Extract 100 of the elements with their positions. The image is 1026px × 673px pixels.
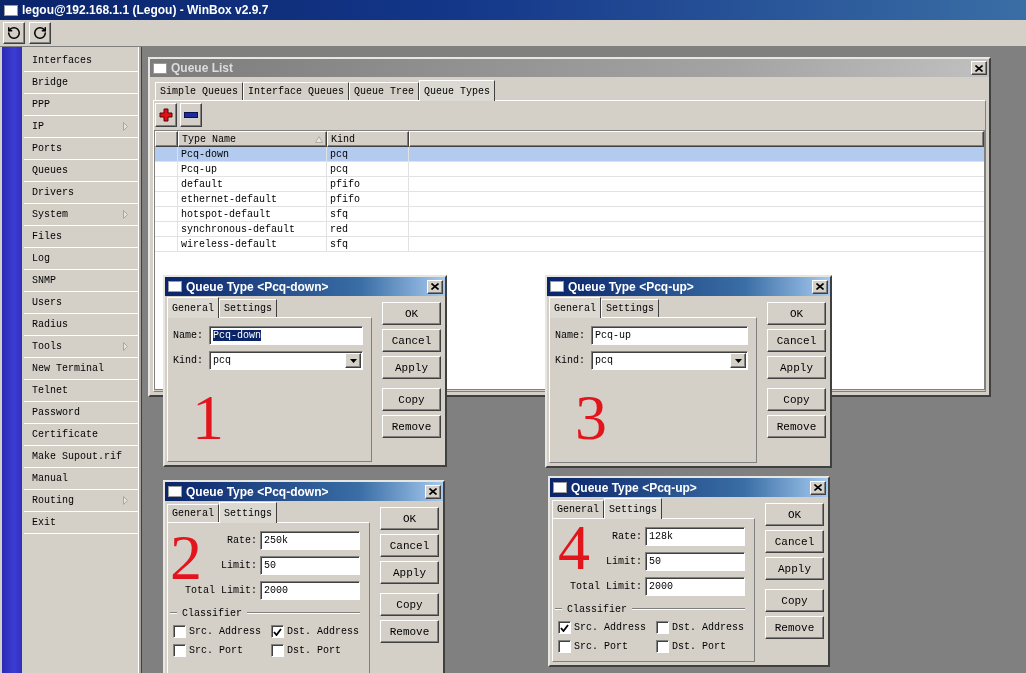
table-row[interactable]: default pfifo (155, 177, 984, 192)
field-label: Name: (555, 330, 585, 341)
checkbox-label: Src. Address (574, 622, 646, 633)
close-button[interactable] (427, 279, 443, 294)
apply-button[interactable]: Apply (380, 561, 439, 584)
table-cell: sfq (327, 207, 409, 221)
table-cell: red (327, 222, 409, 236)
tab[interactable]: Settings (601, 299, 660, 317)
tab[interactable]: Simple Queues (155, 82, 243, 100)
checkbox[interactable] (271, 625, 284, 638)
dropdown-field[interactable]: pcq (209, 351, 363, 370)
window-icon (4, 4, 18, 16)
input-field[interactable]: 50 (645, 552, 745, 571)
ok-button[interactable]: OK (765, 503, 824, 526)
minus-icon (184, 112, 198, 118)
input-field[interactable]: 250k (260, 531, 360, 550)
cancel-button[interactable]: Cancel (380, 534, 439, 557)
remove-button[interactable] (180, 103, 202, 127)
group-title: Classifier (182, 607, 242, 619)
redo-button[interactable] (29, 22, 51, 44)
remove-button[interactable]: Remove (380, 620, 439, 643)
tab[interactable]: General (549, 297, 601, 318)
checkbox[interactable] (558, 640, 571, 653)
copy-button[interactable]: Copy (380, 593, 439, 616)
ok-button[interactable]: OK (767, 302, 826, 325)
table-row[interactable]: hotspot-default sfq (155, 207, 984, 222)
checkbox[interactable] (173, 625, 186, 638)
remove-button[interactable]: Remove (767, 415, 826, 438)
add-button[interactable] (155, 103, 177, 127)
table-cell: ethernet-default (178, 192, 327, 206)
column-header[interactable]: Type Name (178, 131, 327, 147)
tab[interactable]: General (167, 297, 219, 318)
input-field[interactable]: 2000 (260, 581, 360, 600)
tab[interactable]: Queue Types (419, 80, 496, 101)
checkmark-icon (560, 623, 569, 632)
cancel-button[interactable]: Cancel (765, 530, 824, 553)
submenu-arrow-icon (123, 210, 128, 219)
dropdown-button[interactable] (730, 353, 746, 368)
close-button[interactable] (810, 480, 826, 495)
tab[interactable]: Settings (219, 502, 278, 523)
window-title: Queue Type <Pcq-down> (186, 484, 329, 499)
table-cell: synchronous-default (178, 222, 327, 236)
table-row[interactable]: Pcq-down pcq (155, 147, 984, 162)
window-title: Queue Type <Pcq-down> (186, 279, 329, 294)
plus-icon (159, 108, 173, 122)
window-icon (168, 281, 182, 292)
close-button[interactable] (971, 61, 987, 75)
table-row[interactable]: wireless-default sfq (155, 237, 984, 252)
table-cell: pfifo (327, 177, 409, 191)
remove-button[interactable]: Remove (382, 415, 441, 438)
table-cell: wireless-default (178, 237, 327, 251)
copy-button[interactable]: Copy (767, 388, 826, 411)
window-icon (153, 62, 167, 74)
tab[interactable]: General (167, 504, 219, 522)
apply-button[interactable]: Apply (765, 557, 824, 580)
dropdown-button[interactable] (345, 353, 361, 368)
checkbox-label: Dst. Port (287, 645, 341, 656)
cancel-button[interactable]: Cancel (382, 329, 441, 352)
field-label: Name: (173, 330, 203, 341)
caret-icon (734, 358, 742, 363)
close-button[interactable] (425, 484, 441, 499)
checkbox[interactable] (656, 640, 669, 653)
cancel-button[interactable]: Cancel (767, 329, 826, 352)
tab[interactable]: Settings (604, 498, 663, 519)
column-header[interactable]: Kind (327, 131, 409, 147)
field-label: Total Limit: (570, 581, 642, 592)
table-cell: Pcq-down (178, 147, 327, 161)
checkbox-label: Dst. Port (672, 641, 726, 652)
checkbox[interactable] (271, 644, 284, 657)
checkbox[interactable] (558, 621, 571, 634)
checkbox[interactable] (656, 621, 669, 634)
field-label: Kind: (173, 355, 203, 366)
tab[interactable]: Settings (219, 299, 278, 317)
undo-button[interactable] (3, 22, 25, 44)
ok-button[interactable]: OK (380, 507, 439, 530)
input-field[interactable]: 50 (260, 556, 360, 575)
tab[interactable]: Queue Tree (349, 82, 420, 100)
table-row[interactable]: synchronous-default red (155, 222, 984, 237)
ok-button[interactable]: OK (382, 302, 441, 325)
apply-button[interactable]: Apply (382, 356, 441, 379)
tab[interactable]: General (552, 500, 604, 518)
remove-button[interactable]: Remove (765, 616, 824, 639)
checkbox[interactable] (173, 644, 186, 657)
input-field[interactable]: 2000 (645, 577, 745, 596)
input-field[interactable]: 128k (645, 527, 745, 546)
annotation-number: 3 (575, 386, 607, 450)
table-row[interactable]: Pcq-up pcq (155, 162, 984, 177)
table-cell: Pcq-up (178, 162, 327, 176)
tab[interactable]: Interface Queues (243, 82, 350, 100)
dropdown-field[interactable]: pcq (591, 351, 748, 370)
copy-button[interactable]: Copy (765, 589, 824, 612)
close-button[interactable] (812, 279, 828, 294)
input-field[interactable]: Pcq-down (209, 326, 363, 345)
input-field[interactable]: Pcq-up (591, 326, 748, 345)
window-title: Queue Type <Pcq-up> (571, 480, 697, 495)
close-icon (429, 488, 437, 495)
copy-button[interactable]: Copy (382, 388, 441, 411)
table-cell: hotspot-default (178, 207, 327, 221)
apply-button[interactable]: Apply (767, 356, 826, 379)
table-row[interactable]: ethernet-default pfifo (155, 192, 984, 207)
